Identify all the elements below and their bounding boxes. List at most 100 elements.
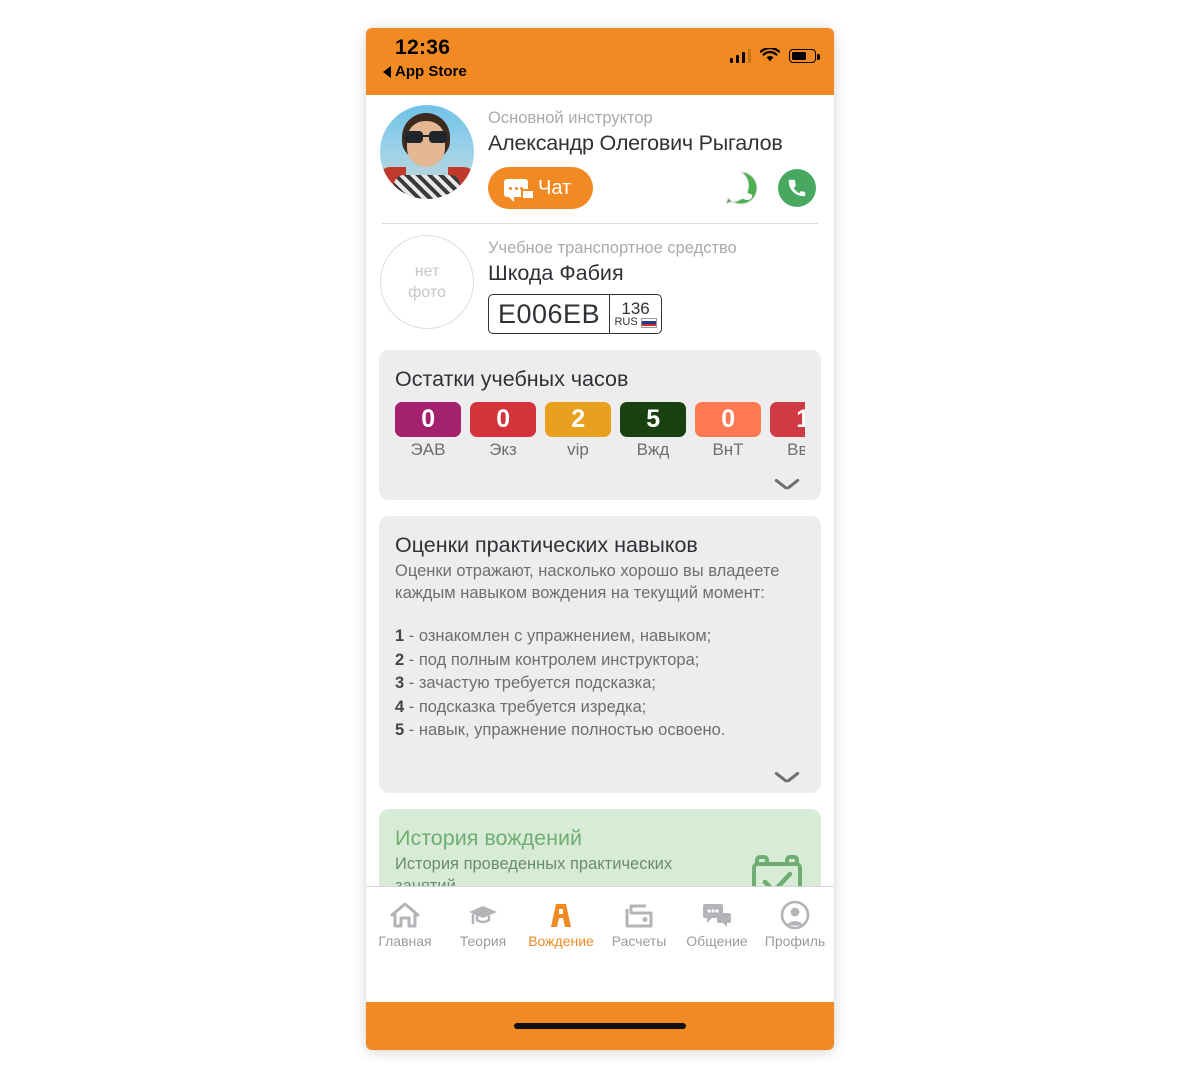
bottom-tab-bar: Главная Теория Вождение Расчеты Общение …	[366, 886, 834, 960]
chevron-down-icon[interactable]	[775, 478, 799, 492]
graduation-cap-icon	[467, 900, 499, 930]
hours-badge-value: 0	[395, 402, 461, 437]
chevron-down-icon[interactable]	[775, 771, 799, 785]
chat-icon	[504, 179, 535, 202]
vehicle-label: Учебное транспортное средство	[488, 239, 737, 257]
back-to-app-store-button[interactable]: App Store	[383, 63, 467, 80]
chat-button-label: Чат	[538, 176, 572, 199]
tab-label: Профиль	[764, 933, 826, 949]
skill-level-row: 5 - навык, упражнение полностью освоено.	[395, 719, 805, 743]
hours-card-title: Остатки учебных часов	[395, 367, 629, 391]
tab-label: Вождение	[528, 933, 594, 949]
hours-badge-value: 2	[545, 402, 611, 437]
hours-badge-label: ВвА	[787, 440, 805, 459]
status-bar: 12:36 App Store	[366, 28, 834, 95]
avatar[interactable]	[380, 105, 474, 199]
skill-level-row: 2 - под полным контролем инструктора;	[395, 649, 805, 673]
home-indicator[interactable]	[514, 1023, 686, 1029]
phone-frame: 12:36 App Store Основной инструктор Алек…	[366, 28, 834, 1050]
plate-number: E006EB	[498, 298, 601, 329]
skill-level-text: - под полным контролем инструктора;	[408, 650, 700, 669]
status-bar-time: 12:36	[395, 36, 451, 59]
vehicle-no-photo-placeholder[interactable]: нет фото	[380, 235, 474, 329]
skill-level-num: 4	[395, 697, 405, 716]
hours-badge-value: 1	[770, 402, 805, 437]
instructor-actions: Чат	[488, 167, 820, 209]
vehicle-model: Шкода Фабия	[488, 261, 624, 285]
skill-level-num: 1	[395, 627, 405, 645]
bottom-white-gap	[366, 960, 834, 1002]
skill-level-num: 2	[395, 650, 405, 669]
phone-icon[interactable]	[778, 169, 816, 207]
wifi-icon	[760, 48, 780, 62]
hours-badge-value: 0	[470, 402, 536, 437]
plate-region-block: 136 RUS	[609, 295, 661, 333]
skill-level-row: 4 - подсказка требуется изредка;	[395, 696, 805, 720]
instructor-name: Александр Олегович Рыгалов	[488, 131, 783, 155]
wallet-icon	[624, 900, 654, 930]
no-photo-line2: фото	[408, 284, 446, 301]
road-icon	[547, 900, 575, 930]
history-card-title: История вождений	[395, 825, 583, 850]
vehicle-section: нет фото Учебное транспортное средство Ш…	[366, 224, 834, 334]
hours-badge-value: 5	[620, 402, 686, 437]
home-indicator-bar	[366, 1002, 834, 1050]
person-icon	[780, 900, 810, 930]
hours-item[interactable]: 2 vip	[545, 402, 611, 462]
tab-label: Главная	[378, 933, 432, 949]
skills-levels-list: 1 - ознакомлен с упражнением, навыком; 2…	[395, 625, 805, 743]
skills-card-description: Оценки отражают, насколько хорошо вы вла…	[395, 562, 780, 602]
back-triangle-icon	[383, 65, 391, 78]
back-label: App Store	[395, 63, 467, 80]
calendar-check-icon	[752, 854, 802, 886]
tab-obshchenie[interactable]: Общение	[678, 900, 756, 949]
battery-icon	[789, 49, 820, 63]
skill-level-text: - подсказка требуется изредка;	[408, 697, 647, 716]
tab-raschety[interactable]: Расчеты	[600, 900, 678, 949]
skills-card[interactable]: Оценки практических навыков Оценки отраж…	[379, 516, 821, 793]
chat-icon	[701, 900, 733, 930]
instructor-role-label: Основной инструктор	[488, 109, 653, 127]
history-card-line1: История проведенных практических	[395, 854, 673, 873]
skill-level-row: 3 - зачастую требуется подсказка;	[395, 672, 805, 696]
skill-level-text: - ознакомлен с упражнением, навыком;	[408, 627, 712, 645]
chat-button[interactable]: Чат	[488, 167, 594, 209]
hours-item[interactable]: 0 Экз	[470, 402, 536, 462]
license-plate: E006EB 136 RUS	[488, 294, 663, 334]
page-root: 12:36 App Store Основной инструктор Алек…	[0, 0, 1200, 1077]
tab-label: Общение	[686, 933, 748, 949]
hours-item[interactable]: 5 Вжд	[620, 402, 686, 462]
skill-level-text: - навык, упражнение полностью освоено.	[408, 721, 726, 739]
sunglasses-icon	[405, 131, 447, 143]
hours-badge-label: vip	[567, 440, 589, 459]
hours-card[interactable]: Остатки учебных часов 0 ЭАВ 0 Экз 2 vip	[379, 350, 821, 500]
instructor-section: Основной инструктор Александр Олегович Р…	[366, 95, 834, 209]
skill-level-text: - зачастую требуется подсказка;	[408, 674, 656, 692]
plate-region: 136	[621, 299, 650, 318]
hours-item[interactable]: 1 ВвА	[770, 402, 805, 462]
hours-badges: 0 ЭАВ 0 Экз 2 vip 5 Вжд 0 ВнТ 1 Вв	[395, 402, 805, 462]
tab-vozhdenie[interactable]: Вождение	[522, 900, 600, 949]
hours-badge-label: ЭАВ	[410, 440, 446, 459]
skill-level-row: 1 - ознакомлен с упражнением, навыком;	[395, 625, 805, 649]
plate-country: RUS	[614, 316, 638, 328]
russia-flag-icon	[640, 317, 657, 328]
hours-item[interactable]: 0 ЭАВ	[395, 402, 461, 462]
hours-badge-value: 0	[695, 402, 761, 437]
skill-level-num: 5	[395, 721, 405, 739]
status-bar-indicators	[729, 43, 820, 63]
tab-profil[interactable]: Профиль	[756, 900, 834, 949]
hours-badge-label: Экз	[489, 440, 517, 459]
whatsapp-icon[interactable]	[722, 169, 760, 207]
tab-glavnaya[interactable]: Главная	[366, 900, 444, 949]
screen-content: Основной инструктор Александр Олегович Р…	[366, 95, 834, 886]
tab-teoriya[interactable]: Теория	[444, 900, 522, 949]
no-photo-line1: нет	[414, 263, 440, 280]
skills-card-title: Оценки практических навыков	[395, 533, 698, 557]
home-icon	[390, 900, 420, 930]
history-card[interactable]: История вождений История проведенных пра…	[379, 808, 821, 886]
skill-level-num: 3	[395, 674, 405, 692]
signal-icon	[729, 49, 751, 63]
hours-item[interactable]: 0 ВнТ	[695, 402, 761, 462]
tab-label: Расчеты	[611, 933, 667, 949]
